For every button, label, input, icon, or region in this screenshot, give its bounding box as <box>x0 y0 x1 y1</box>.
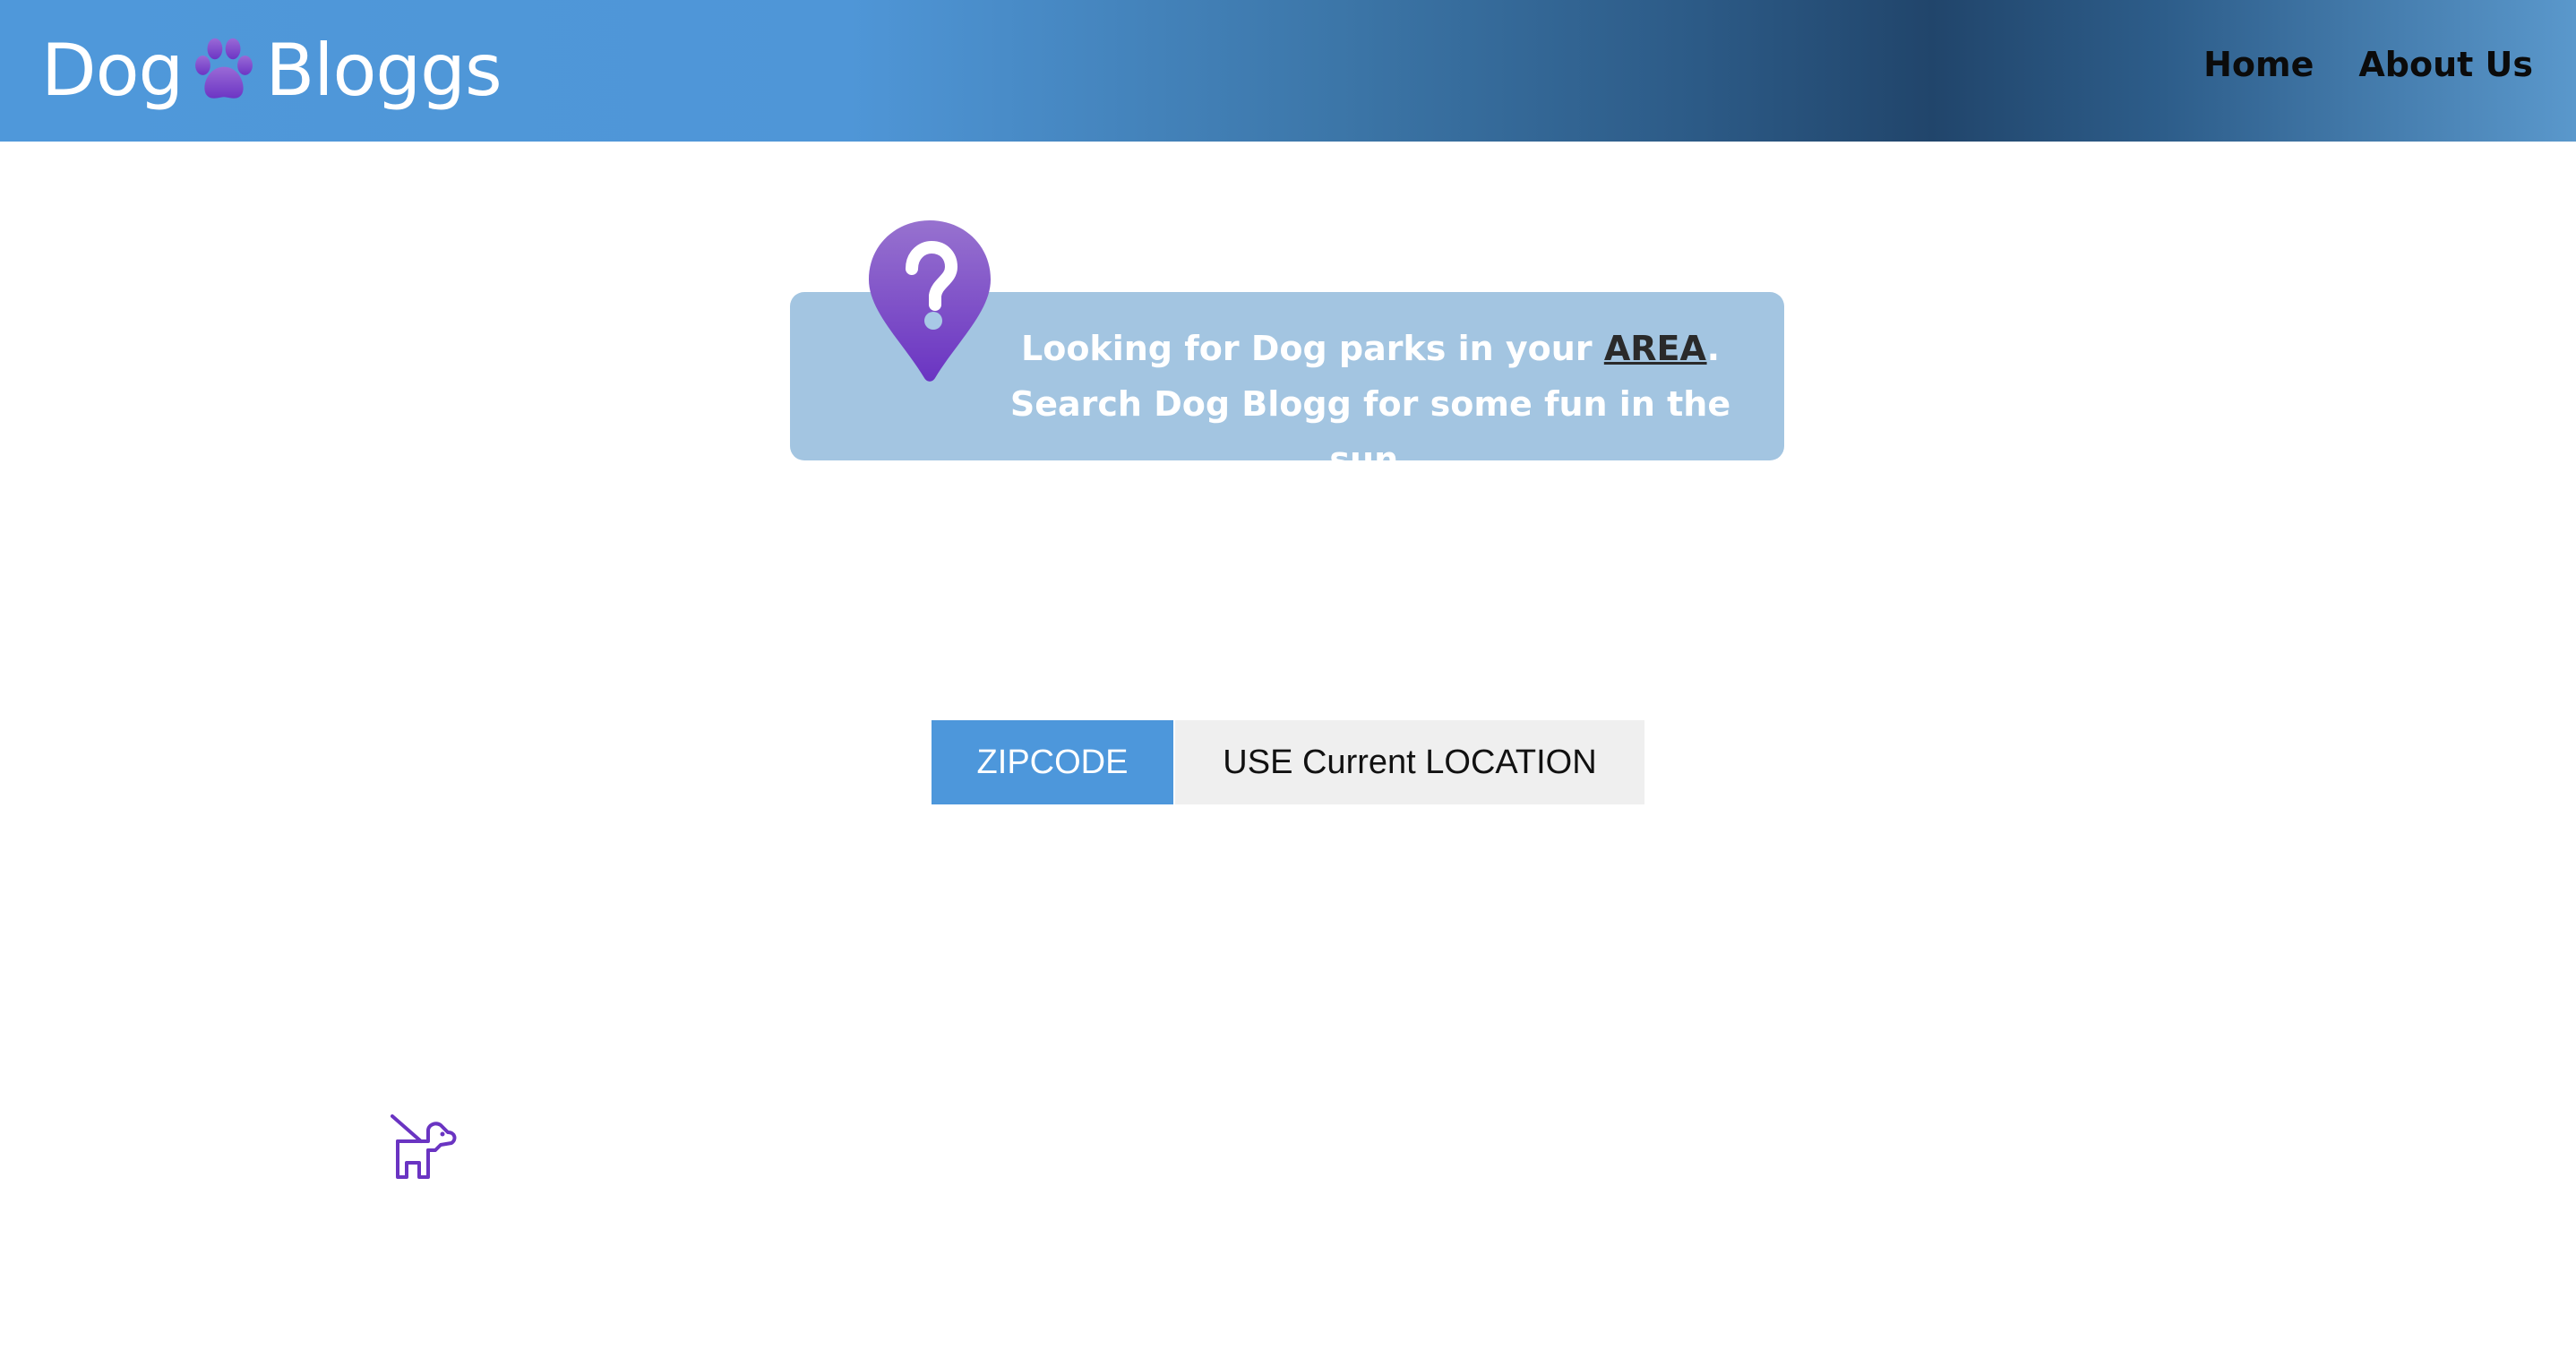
nav-about-link[interactable]: About Us <box>2358 45 2533 84</box>
use-current-location-button[interactable]: USE Current LOCATION <box>1175 720 1644 804</box>
info-message: Looking for Dog parks in your AREA. Sear… <box>976 321 1765 487</box>
info-text-before: Looking for Dog parks in your <box>1021 329 1604 368</box>
logo-text-dog: Dog <box>41 28 184 112</box>
paw-icon <box>195 38 253 99</box>
map-pin-question-icon <box>869 220 991 382</box>
dog-leash-icon <box>391 1114 457 1179</box>
nav-home-link[interactable]: Home <box>2203 45 2314 84</box>
logo-text-bloggs: Bloggs <box>265 28 502 112</box>
main-nav: Home About Us <box>2203 45 2533 84</box>
site-header: Dog Bloggs Home About Us <box>0 0 2576 142</box>
site-logo[interactable]: Dog Bloggs <box>41 25 502 115</box>
zipcode-button[interactable]: ZIPCODE <box>932 720 1173 804</box>
area-link[interactable]: AREA <box>1604 329 1707 368</box>
search-mode-toggle: ZIPCODE USE Current LOCATION <box>932 720 1644 804</box>
